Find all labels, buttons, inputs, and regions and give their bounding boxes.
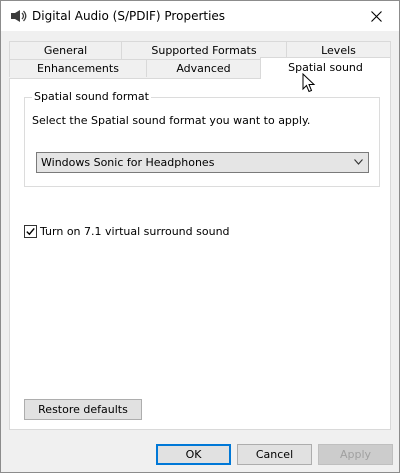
properties-dialog: Digital Audio (S/PDIF) Properties Genera…	[0, 0, 400, 473]
tab-general[interactable]: General	[9, 41, 122, 59]
spatial-format-dropdown[interactable]: Windows Sonic for Headphones	[36, 152, 369, 173]
spatial-format-group: Spatial sound format Select the Spatial …	[24, 90, 380, 187]
title-bar[interactable]: Digital Audio (S/PDIF) Properties	[1, 1, 399, 31]
ok-button[interactable]: OK	[156, 444, 231, 465]
mouse-pointer-icon	[302, 73, 316, 93]
cancel-button[interactable]: Cancel	[237, 444, 312, 465]
spatial-sound-panel: Spatial sound format Select the Spatial …	[9, 78, 391, 430]
speaker-icon	[11, 10, 27, 22]
chevron-down-icon	[354, 159, 363, 165]
selected-format: Windows Sonic for Headphones	[41, 156, 215, 169]
checkmark-icon	[26, 227, 35, 236]
format-description: Select the Spatial sound format you want…	[32, 114, 311, 127]
close-button[interactable]	[353, 1, 399, 31]
apply-button: Apply	[318, 444, 393, 465]
virtual-surround-checkbox[interactable]	[24, 225, 37, 238]
restore-defaults-button[interactable]: Restore defaults	[24, 399, 142, 420]
close-icon	[370, 10, 382, 22]
group-title: Spatial sound format	[32, 90, 151, 103]
tab-enhancements[interactable]: Enhancements	[9, 59, 147, 77]
tab-spatial-sound[interactable]: Spatial sound	[260, 57, 391, 79]
virtual-surround-label[interactable]: Turn on 7.1 virtual surround sound	[40, 225, 230, 238]
tab-advanced[interactable]: Advanced	[146, 59, 261, 77]
window-title: Digital Audio (S/PDIF) Properties	[32, 9, 226, 23]
